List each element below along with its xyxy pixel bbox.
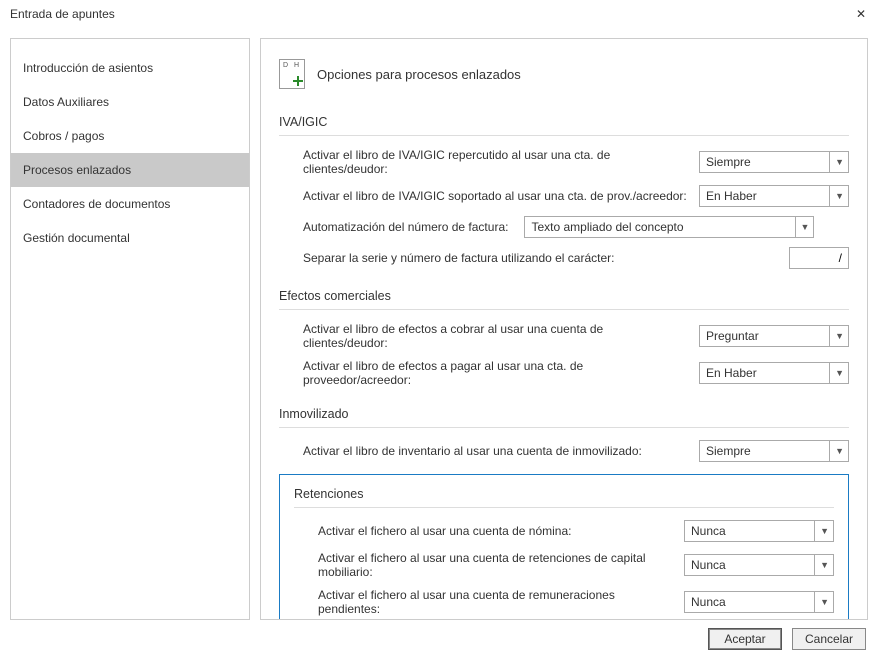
iva-repercutido-select[interactable]: Siempre ▼: [699, 151, 849, 173]
accept-button[interactable]: Aceptar: [708, 628, 782, 650]
ret-capital-label: Activar el fichero al usar una cuenta de…: [318, 551, 684, 579]
iva-auto-num-value: Texto ampliado del concepto: [531, 220, 683, 234]
efectos-cobrar-value: Preguntar: [706, 329, 759, 343]
ret-remun-value: Nunca: [691, 595, 726, 609]
document-plus-icon: [279, 59, 305, 89]
page-title: Opciones para procesos enlazados: [317, 67, 521, 82]
inmovilizado-select[interactable]: Siempre ▼: [699, 440, 849, 462]
ret-nomina-value: Nunca: [691, 524, 726, 538]
iva-soportado-label: Activar el libro de IVA/IGIC soportado a…: [303, 189, 699, 203]
efectos-cobrar-select[interactable]: Preguntar ▼: [699, 325, 849, 347]
ret-remun-select[interactable]: Nunca ▼: [684, 591, 834, 613]
chevron-down-icon: ▼: [829, 326, 844, 346]
chevron-down-icon: ▼: [829, 152, 844, 172]
section-efectos-title: Efectos comerciales: [279, 281, 849, 310]
chevron-down-icon: ▼: [795, 217, 810, 237]
sidebar-item-gestion-documental[interactable]: Gestión documental: [11, 221, 249, 255]
chevron-down-icon: ▼: [829, 186, 844, 206]
ret-capital-select[interactable]: Nunca ▼: [684, 554, 834, 576]
window-title: Entrada de apuntes: [10, 7, 115, 21]
ret-capital-value: Nunca: [691, 558, 726, 572]
ret-remun-label: Activar el fichero al usar una cuenta de…: [318, 588, 684, 616]
chevron-down-icon: ▼: [829, 363, 844, 383]
iva-auto-num-select[interactable]: Texto ampliado del concepto ▼: [524, 216, 814, 238]
dialog-footer: Aceptar Cancelar: [0, 620, 878, 660]
chevron-down-icon: ▼: [829, 441, 844, 461]
efectos-pagar-label: Activar el libro de efectos a pagar al u…: [303, 359, 699, 387]
titlebar: Entrada de apuntes ✕: [0, 0, 878, 28]
iva-soportado-select[interactable]: En Haber ▼: [699, 185, 849, 207]
inmovilizado-value: Siempre: [706, 444, 751, 458]
ret-nomina-select[interactable]: Nunca ▼: [684, 520, 834, 542]
efectos-pagar-select[interactable]: En Haber ▼: [699, 362, 849, 384]
sidebar-item-cobros-pagos[interactable]: Cobros / pagos: [11, 119, 249, 153]
section-retenciones-title: Retenciones: [294, 487, 834, 508]
cancel-button[interactable]: Cancelar: [792, 628, 866, 650]
retenciones-highlight: Retenciones Activar el fichero al usar u…: [279, 474, 849, 620]
chevron-down-icon: ▼: [814, 555, 829, 575]
chevron-down-icon: ▼: [814, 592, 829, 612]
close-icon[interactable]: ✕: [856, 8, 866, 20]
sidebar-item-introduccion[interactable]: Introducción de asientos: [11, 51, 249, 85]
sidebar-item-contadores[interactable]: Contadores de documentos: [11, 187, 249, 221]
main-panel: Opciones para procesos enlazados IVA/IGI…: [260, 38, 868, 620]
iva-sep-input[interactable]: [789, 247, 849, 269]
sidebar-item-procesos-enlazados[interactable]: Procesos enlazados: [11, 153, 249, 187]
iva-sep-label: Separar la serie y número de factura uti…: [303, 251, 789, 265]
sidebar: Introducción de asientos Datos Auxiliare…: [10, 38, 250, 620]
ret-nomina-label: Activar el fichero al usar una cuenta de…: [318, 524, 684, 538]
section-inmovilizado-title: Inmovilizado: [279, 399, 849, 428]
sidebar-item-datos-auxiliares[interactable]: Datos Auxiliares: [11, 85, 249, 119]
iva-soportado-value: En Haber: [706, 189, 757, 203]
iva-repercutido-label: Activar el libro de IVA/IGIC repercutido…: [303, 148, 699, 176]
efectos-cobrar-label: Activar el libro de efectos a cobrar al …: [303, 322, 699, 350]
inmovilizado-label: Activar el libro de inventario al usar u…: [303, 444, 699, 458]
efectos-pagar-value: En Haber: [706, 366, 757, 380]
chevron-down-icon: ▼: [814, 521, 829, 541]
iva-repercutido-value: Siempre: [706, 155, 751, 169]
section-iva-title: IVA/IGIC: [279, 107, 849, 136]
iva-auto-num-label: Automatización del número de factura:: [303, 220, 524, 234]
